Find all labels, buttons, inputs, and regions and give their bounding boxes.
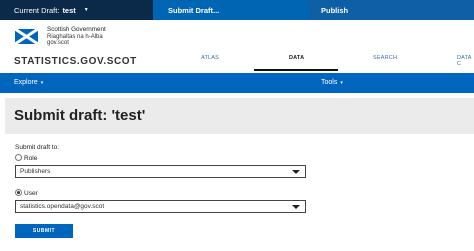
user-option[interactable]: User xyxy=(15,189,38,198)
dropdown-arrow-icon xyxy=(292,205,300,209)
active-nav-indicator xyxy=(254,69,338,71)
caret-down-icon: ▾ xyxy=(40,80,44,86)
page-title: Submit draft: 'test' xyxy=(14,107,146,124)
nav-search[interactable]: SEARCH xyxy=(373,55,397,61)
caret-down-icon: ▼ xyxy=(83,7,89,13)
role-radio[interactable] xyxy=(15,154,22,161)
top-action-bar: Current Draft: test ▼ Submit Draft... Pu… xyxy=(0,0,474,20)
user-select-value: statistics.opendata@gov.scot xyxy=(20,203,105,210)
caret-down-icon: ▾ xyxy=(340,80,343,86)
nav-atlas[interactable]: ATLAS xyxy=(201,55,219,61)
tools-menu[interactable]: Tools ▾ xyxy=(321,79,343,86)
submit-draft-tab[interactable]: Submit Draft... xyxy=(153,0,308,20)
nav-data-cube[interactable]: DATA C xyxy=(457,55,474,67)
role-label: Role xyxy=(24,155,38,163)
role-option[interactable]: Role xyxy=(15,154,38,163)
current-draft-value: test xyxy=(62,5,76,15)
current-draft-label: Current Draft: xyxy=(14,5,60,15)
current-draft-menu[interactable]: Current Draft: test ▼ xyxy=(0,0,153,20)
user-label: User xyxy=(24,190,38,198)
user-select[interactable]: statistics.opendata@gov.scot xyxy=(15,200,306,213)
dropdown-arrow-icon xyxy=(292,170,300,174)
publish-tab[interactable]: Publish xyxy=(308,0,474,20)
saltire-flag-icon xyxy=(15,29,38,44)
secondary-nav-bar: Explore ▾ Tools ▾ xyxy=(0,73,474,93)
submit-to-label: Submit draft to: xyxy=(15,144,60,151)
scottish-government-logo[interactable]: Scottish Government Riaghaltas na h-Alba… xyxy=(47,26,106,47)
gov-name-english: Scottish Government xyxy=(47,26,106,33)
role-select[interactable]: Publishers xyxy=(15,165,306,178)
gov-domain: gov.scot xyxy=(47,40,69,46)
user-radio[interactable] xyxy=(15,189,22,196)
explore-menu[interactable]: Explore ▾ xyxy=(14,79,43,86)
tools-label: Tools xyxy=(321,79,338,86)
site-brand[interactable]: STATISTICS.GOV.SCOT xyxy=(14,56,137,67)
explore-label: Explore xyxy=(14,79,38,86)
role-select-value: Publishers xyxy=(20,168,51,175)
submit-button[interactable]: SUBMIT xyxy=(15,224,73,238)
nav-data[interactable]: DATA xyxy=(289,55,304,61)
